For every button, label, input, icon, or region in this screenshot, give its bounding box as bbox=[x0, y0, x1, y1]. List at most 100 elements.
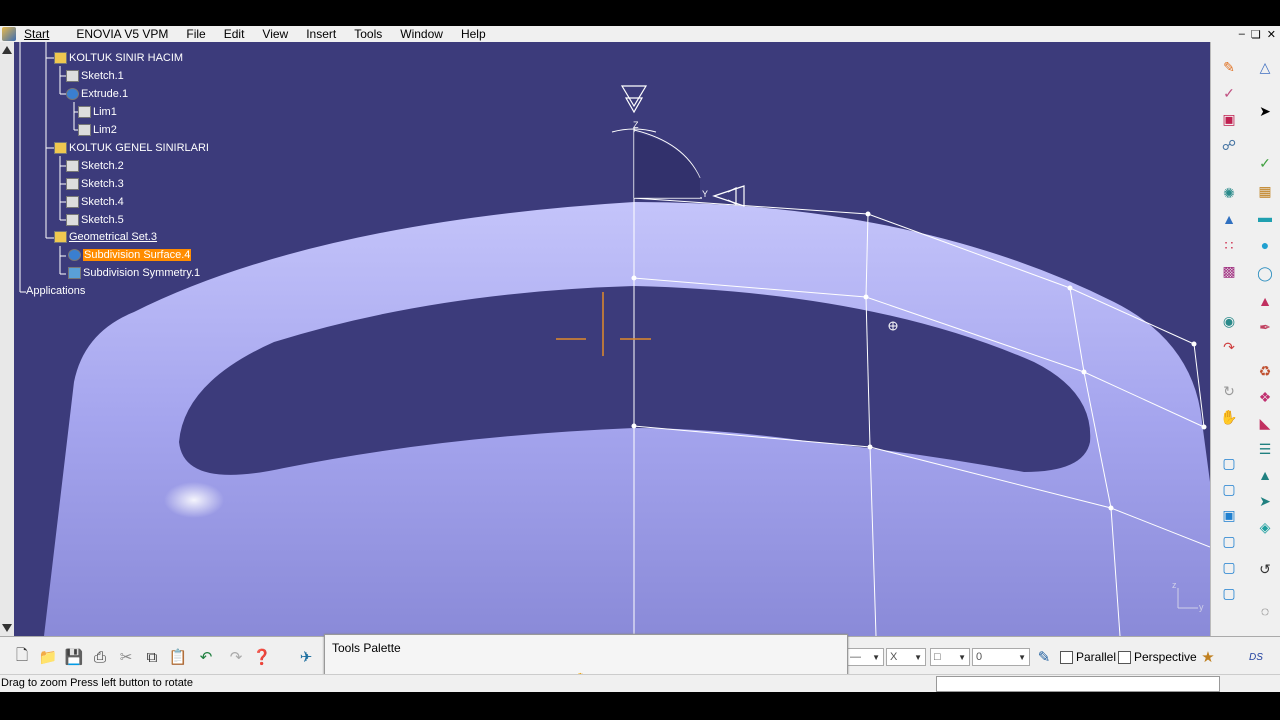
select-arrow-icon[interactable]: ➤ bbox=[1255, 102, 1275, 120]
stripe-tool-icon[interactable]: ☰ bbox=[1255, 440, 1275, 458]
tree-node-subdivision-surface-4[interactable]: Subdivision Surface.4 bbox=[68, 247, 192, 263]
scroll-down-icon[interactable] bbox=[2, 624, 12, 632]
tree-node-koltuk-sinir-hacim[interactable]: KOLTUK SINIR HACIM bbox=[54, 50, 183, 66]
tree-node-label: Extrude.1 bbox=[81, 88, 129, 100]
start-menu[interactable]: Start bbox=[0, 26, 57, 42]
view-front-icon[interactable]: ▢ bbox=[1219, 480, 1239, 498]
perspective-label: Perspective bbox=[1134, 650, 1197, 664]
print-icon[interactable]: ⎙ bbox=[90, 647, 110, 667]
chevron-down-icon: ▼ bbox=[914, 653, 922, 662]
save-icon[interactable]: 💾 bbox=[64, 647, 84, 667]
menu-enovia[interactable]: ENOVIA V5 VPM bbox=[67, 26, 177, 42]
cube-view-icon[interactable]: ◈ bbox=[1255, 518, 1275, 536]
tree-node-geometrical-set-3[interactable]: Geometrical Set.3 bbox=[54, 229, 157, 245]
measure-tool-icon[interactable]: ♻ bbox=[1255, 362, 1275, 380]
rotate-view-icon[interactable]: ↺ bbox=[1255, 560, 1275, 578]
eye-tool-icon[interactable]: ◉ bbox=[1219, 312, 1239, 330]
open-folder-icon[interactable]: 📁 bbox=[38, 647, 58, 667]
redo-icon[interactable]: ↷ bbox=[226, 647, 246, 667]
tree-node-sketch-2[interactable]: Sketch.2 bbox=[66, 158, 124, 174]
view-iso-icon[interactable]: ▢ bbox=[1219, 454, 1239, 472]
close-icon[interactable]: ✕ bbox=[1267, 28, 1276, 41]
menu-file[interactable]: File bbox=[177, 26, 214, 42]
link-tool-icon[interactable]: ☍ bbox=[1219, 136, 1239, 154]
flat-tool-icon[interactable]: ▬ bbox=[1255, 208, 1275, 226]
weight-combo[interactable]: X ▼ bbox=[886, 648, 926, 666]
tree-node-subdivision-symmetry-1[interactable]: Subdivision Symmetry.1 bbox=[68, 265, 200, 281]
surface-tool-icon[interactable]: ✺ bbox=[1219, 184, 1239, 202]
view-top-icon[interactable]: ▢ bbox=[1219, 584, 1239, 602]
plane-tool-icon[interactable]: △ bbox=[1255, 58, 1275, 76]
limit-icon bbox=[78, 106, 91, 118]
command-input[interactable] bbox=[936, 676, 1220, 692]
paint-brush-icon[interactable]: ✎ bbox=[1034, 647, 1054, 667]
tree-scrollbar[interactable] bbox=[0, 42, 14, 636]
arrow-tool-icon[interactable]: ↷ bbox=[1219, 338, 1239, 356]
line-type-combo[interactable]: — ▼ bbox=[846, 648, 884, 666]
top-black-band bbox=[0, 0, 1280, 26]
chevron-down-icon: ▼ bbox=[958, 653, 966, 662]
camera-icon[interactable]: ◌ bbox=[1255, 602, 1275, 620]
tree-node-sketch-3[interactable]: Sketch.3 bbox=[66, 176, 124, 192]
menu-view[interactable]: View bbox=[253, 26, 297, 42]
view-right-icon[interactable]: ▢ bbox=[1219, 558, 1239, 576]
parallel-checkbox[interactable]: Parallel bbox=[1060, 650, 1116, 664]
view-back-icon[interactable]: ▣ bbox=[1219, 506, 1239, 524]
sphere-tool-icon[interactable]: ● bbox=[1255, 236, 1275, 254]
arrow-right-tool-icon[interactable]: ➤ bbox=[1255, 492, 1275, 510]
menu-edit[interactable]: Edit bbox=[215, 26, 254, 42]
torus-tool-icon[interactable]: ◯ bbox=[1255, 264, 1275, 282]
fly-mode-icon[interactable]: ✈ bbox=[296, 647, 316, 667]
scroll-up-icon[interactable] bbox=[2, 46, 12, 54]
box-tool-icon[interactable]: ▩ bbox=[1219, 262, 1239, 280]
check-tool-icon[interactable]: ✓ bbox=[1255, 154, 1275, 172]
paste-icon[interactable]: 📋 bbox=[168, 647, 188, 667]
menu-help[interactable]: Help bbox=[452, 26, 495, 42]
sketch-tool-icon[interactable]: ✎ bbox=[1219, 58, 1239, 76]
sketch-icon bbox=[66, 178, 79, 190]
tree-node-sketch-4[interactable]: Sketch.4 bbox=[66, 194, 124, 210]
start-label: Start bbox=[24, 27, 50, 41]
cone-tool-icon[interactable]: ▲ bbox=[1255, 292, 1275, 310]
folder-tool-icon[interactable]: ▦ bbox=[1255, 182, 1275, 200]
pen-tool-icon[interactable]: ✒ bbox=[1255, 318, 1275, 336]
connect-tool-icon[interactable]: ❖ bbox=[1255, 388, 1275, 406]
tree-node-sketch-5[interactable]: Sketch.5 bbox=[66, 212, 124, 228]
catia-brand-icon: DS bbox=[1249, 651, 1263, 663]
dots-tool-icon[interactable]: ∷ bbox=[1219, 236, 1239, 254]
perspective-checkbox[interactable]: Perspective bbox=[1118, 650, 1197, 664]
edit-tool-icon[interactable]: ✓ bbox=[1219, 84, 1239, 102]
tree-node-applications[interactable]: Applications bbox=[26, 283, 85, 299]
window-controls: – ❏ ✕ bbox=[1239, 26, 1276, 42]
fill-tool-icon[interactable]: ◣ bbox=[1255, 414, 1275, 432]
specular-highlight bbox=[164, 482, 224, 518]
menu-window[interactable]: Window bbox=[391, 26, 452, 42]
help-what-icon[interactable]: ❓ bbox=[252, 647, 272, 667]
catia-logo-icon bbox=[2, 27, 16, 41]
view-left-icon[interactable]: ▢ bbox=[1219, 532, 1239, 550]
shape-tool-icon[interactable]: ▲ bbox=[1219, 210, 1239, 228]
tree-node-sketch-1[interactable]: Sketch.1 bbox=[66, 68, 124, 84]
menu-tools[interactable]: Tools bbox=[345, 26, 391, 42]
tree-node-lim1[interactable]: Lim1 bbox=[78, 104, 117, 120]
menu-insert[interactable]: Insert bbox=[297, 26, 345, 42]
limit-icon bbox=[78, 124, 91, 136]
layer-combo[interactable]: □ ▼ bbox=[930, 648, 970, 666]
render-icon[interactable]: ★ bbox=[1198, 647, 1218, 667]
cut-icon[interactable]: ✂ bbox=[116, 647, 136, 667]
hand-tool-icon[interactable]: ✋ bbox=[1219, 408, 1239, 426]
tree-node-extrude-1[interactable]: Extrude.1 bbox=[66, 86, 128, 102]
new-file-icon[interactable]: 🗋 bbox=[12, 647, 32, 667]
cube-tool-icon[interactable]: ▣ bbox=[1219, 110, 1239, 128]
minimize-icon[interactable]: – bbox=[1239, 28, 1245, 40]
copy-icon[interactable]: ⧉ bbox=[142, 647, 162, 667]
sketch-icon bbox=[66, 70, 79, 82]
tree-node-koltuk-genel-sinirlari[interactable]: KOLTUK GENEL SINIRLARI bbox=[54, 140, 209, 156]
3d-viewport[interactable]: Z Y z y KOLTUK SINIR HACIM Sketch.1 Extr… bbox=[14, 42, 1210, 636]
spin-tool-icon[interactable]: ↻ bbox=[1219, 382, 1239, 400]
restore-icon[interactable]: ❏ bbox=[1251, 28, 1261, 41]
tree-node-lim2[interactable]: Lim2 bbox=[78, 122, 117, 138]
undo-icon[interactable]: ↶ bbox=[196, 647, 216, 667]
surf-tool-icon[interactable]: ▲ bbox=[1255, 466, 1275, 484]
value-combo[interactable]: 0 ▼ bbox=[972, 648, 1030, 666]
